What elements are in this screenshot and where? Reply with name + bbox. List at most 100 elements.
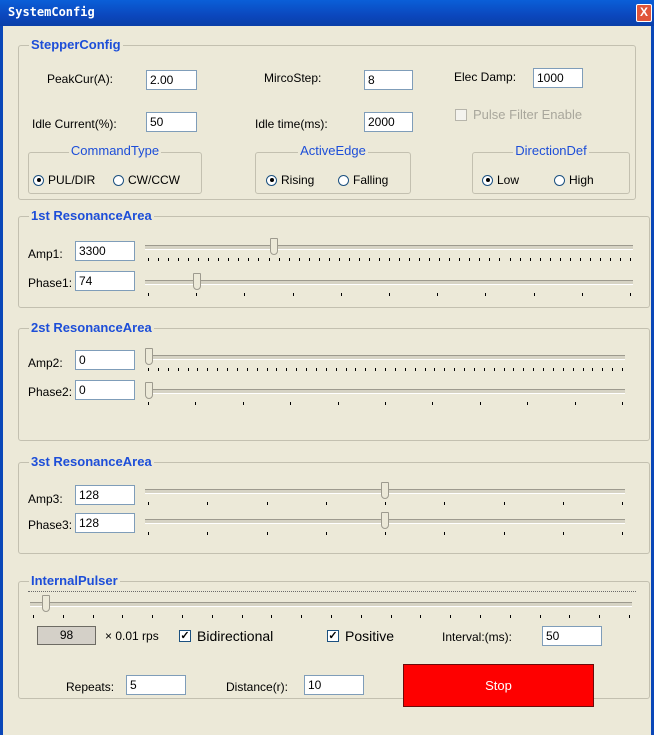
phase1-field[interactable] (75, 271, 135, 291)
slider-tick (152, 615, 154, 618)
slider-thumb[interactable] (41, 595, 50, 612)
amp2-field[interactable] (75, 350, 135, 370)
slider-tick (168, 258, 170, 261)
slider-tick (419, 258, 421, 261)
phase2-slider[interactable] (145, 382, 625, 405)
high-radio-dot[interactable] (554, 174, 565, 186)
slider-tick (62, 615, 64, 618)
idle-time-field[interactable] (364, 112, 413, 132)
rising-radio[interactable]: Rising (266, 173, 314, 187)
slider-ticks (148, 368, 623, 372)
slider-tick (592, 368, 594, 371)
slider-tick (493, 368, 495, 371)
falling-radio[interactable]: Falling (338, 173, 388, 187)
cw-ccw-radio-dot[interactable] (113, 174, 124, 186)
amp3-field[interactable] (75, 485, 135, 505)
slider-thumb[interactable] (145, 382, 153, 399)
slider-tick (612, 368, 614, 371)
title-bar[interactable]: SystemConfig X (0, 0, 654, 26)
slider-tick (218, 258, 220, 261)
slider-tick (579, 258, 581, 261)
idle-current-label: Idle Current(%): (32, 117, 117, 131)
slider-tick (454, 368, 456, 371)
slider-track[interactable] (145, 389, 625, 394)
res1-legend: 1st ResonanceArea (29, 208, 154, 223)
amp1-field[interactable] (75, 241, 135, 261)
slider-tick (473, 368, 475, 371)
slider-thumb[interactable] (269, 238, 278, 255)
internal-pulser-legend: InternalPulser (29, 573, 120, 588)
slider-track[interactable] (145, 355, 625, 360)
slider-tick (503, 368, 505, 371)
slider-tick (444, 532, 446, 535)
low-radio[interactable]: Low (482, 173, 519, 187)
phase1-slider[interactable] (145, 273, 633, 296)
phase3-field[interactable] (75, 513, 135, 533)
positive-checkbox[interactable]: ✓ Positive (327, 628, 394, 644)
cw-ccw-radio[interactable]: CW/CCW (113, 173, 180, 187)
slider-tick (236, 368, 238, 371)
slider-track[interactable] (145, 245, 633, 250)
amp1-label: Amp1: (28, 247, 63, 261)
slider-thumb[interactable] (381, 482, 389, 499)
distance-field[interactable] (304, 675, 364, 695)
slider-tick (337, 402, 339, 405)
slider-tick (609, 258, 611, 261)
slider-tick (358, 258, 360, 261)
phase2-field[interactable] (75, 380, 135, 400)
slider-ticks (148, 293, 631, 297)
low-radio-dot[interactable] (482, 174, 493, 186)
slider-tick (338, 258, 340, 261)
amp1-slider[interactable] (145, 238, 633, 261)
rising-radio-dot[interactable] (266, 174, 277, 186)
pul-dir-radio-dot[interactable] (33, 174, 44, 186)
slider-tick (389, 293, 390, 296)
slider-tick (389, 258, 390, 261)
bidirectional-box[interactable]: ✓ (179, 630, 191, 642)
pulse-filter-checkbox[interactable]: Pulse Filter Enable (455, 107, 582, 122)
repeats-field[interactable] (126, 675, 186, 695)
stop-button[interactable]: Stop (403, 664, 594, 707)
slider-tick (308, 258, 310, 261)
slider-tick (348, 258, 350, 261)
slider-tick (444, 502, 446, 505)
pulse-filter-label: Pulse Filter Enable (473, 107, 583, 122)
positive-box[interactable]: ✓ (327, 630, 339, 642)
slider-tick (178, 258, 180, 261)
high-radio[interactable]: High (554, 173, 594, 187)
slider-ticks (148, 502, 623, 506)
slider-thumb[interactable] (193, 273, 201, 290)
bidirectional-checkbox[interactable]: ✓ Bidirectional (179, 628, 273, 644)
peak-current-field[interactable] (146, 70, 197, 90)
slider-tick (315, 368, 317, 371)
phase3-slider[interactable] (145, 512, 625, 535)
speed-slider[interactable] (30, 595, 632, 618)
slider-tick (385, 368, 386, 371)
slider-thumb[interactable] (145, 348, 153, 365)
slider-tick (188, 258, 190, 261)
amp2-slider[interactable] (145, 348, 625, 371)
slider-tick (92, 615, 94, 618)
slider-ticks (148, 258, 631, 262)
micro-step-field[interactable] (364, 70, 413, 90)
slider-tick (459, 258, 461, 261)
system-config-window: SystemConfig X StepperConfig PeakCur(A):… (0, 0, 654, 735)
slider-tick (480, 615, 481, 618)
idle-current-field[interactable] (146, 112, 197, 132)
amp3-slider[interactable] (145, 482, 625, 505)
pul-dir-radio[interactable]: PUL/DIR (33, 173, 95, 187)
slider-tick (345, 368, 347, 371)
elec-damp-field[interactable] (533, 68, 583, 88)
slider-tick (296, 368, 298, 371)
slider-tick (630, 293, 631, 296)
slider-track[interactable] (145, 280, 633, 285)
falling-radio-dot[interactable] (338, 174, 349, 186)
slider-tick (622, 368, 623, 371)
slider-thumb[interactable] (381, 512, 389, 529)
interval-field[interactable] (542, 626, 602, 646)
slider-tick (519, 258, 521, 261)
pulse-filter-box[interactable] (455, 108, 467, 121)
close-icon[interactable]: X (636, 4, 652, 22)
slider-tick (503, 532, 505, 535)
slider-track[interactable] (30, 602, 632, 607)
